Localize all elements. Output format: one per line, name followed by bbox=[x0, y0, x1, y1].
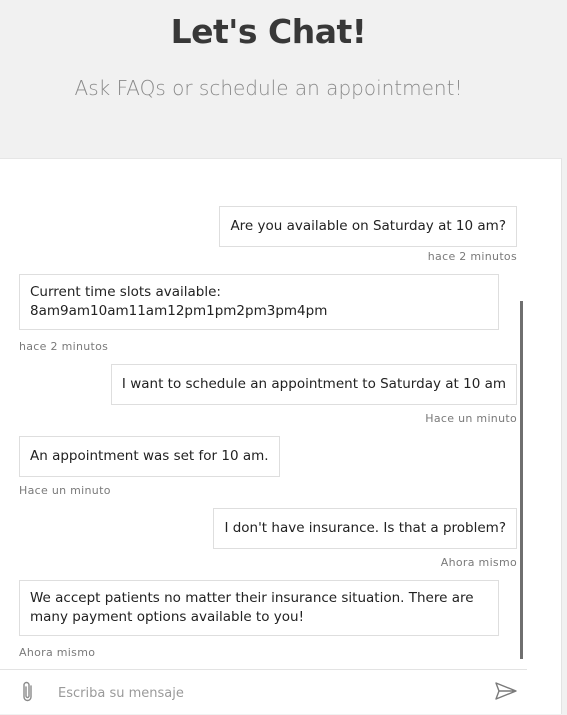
message-timestamp: Hace un minuto bbox=[425, 412, 517, 425]
message-text: I want to schedule an appointment to Sat… bbox=[121, 376, 506, 392]
message-timestamp: Hace un minuto bbox=[19, 484, 111, 497]
message-timestamp: Ahora mismo bbox=[440, 556, 517, 569]
message-text: Are you available on Saturday at 10 am? bbox=[230, 218, 506, 234]
chat-panel: Are you available on Saturday at 10 am? … bbox=[0, 158, 562, 714]
message-text: An appointment was set for 10 am. bbox=[30, 448, 269, 464]
page-subtitle: Ask FAQs or schedule an appointment! bbox=[74, 76, 463, 100]
message-text: Current time slots available: bbox=[30, 284, 221, 300]
message-timestamp: hace 2 minutos bbox=[427, 250, 517, 263]
chat-header: Let's Chat! Ask FAQs or schedule an appo… bbox=[0, 0, 567, 158]
paperclip-icon[interactable] bbox=[20, 680, 36, 704]
user-message: I want to schedule an appointment to Sat… bbox=[110, 364, 517, 405]
message-timestamp: Ahora mismo bbox=[19, 646, 96, 659]
bot-message: An appointment was set for 10 am. bbox=[19, 436, 280, 477]
message-composer bbox=[0, 669, 527, 715]
message-text: I don't have insurance. Is that a proble… bbox=[224, 520, 506, 536]
scrollbar[interactable] bbox=[520, 301, 523, 659]
page-title: Let's Chat! bbox=[170, 12, 367, 51]
user-message: I don't have insurance. Is that a proble… bbox=[213, 508, 517, 549]
message-timestamp: hace 2 minutos bbox=[19, 340, 109, 353]
bot-message: We accept patients no matter their insur… bbox=[19, 580, 499, 636]
message-text: We accept patients no matter their insur… bbox=[30, 590, 474, 625]
bot-message: Current time slots available: 8am9am10am… bbox=[19, 274, 499, 330]
message-text: 8am9am10am11am12pm1pm2pm3pm4pm bbox=[30, 303, 328, 319]
send-icon[interactable] bbox=[495, 682, 517, 700]
message-input[interactable] bbox=[56, 680, 480, 706]
user-message: Are you available on Saturday at 10 am? bbox=[219, 206, 517, 247]
